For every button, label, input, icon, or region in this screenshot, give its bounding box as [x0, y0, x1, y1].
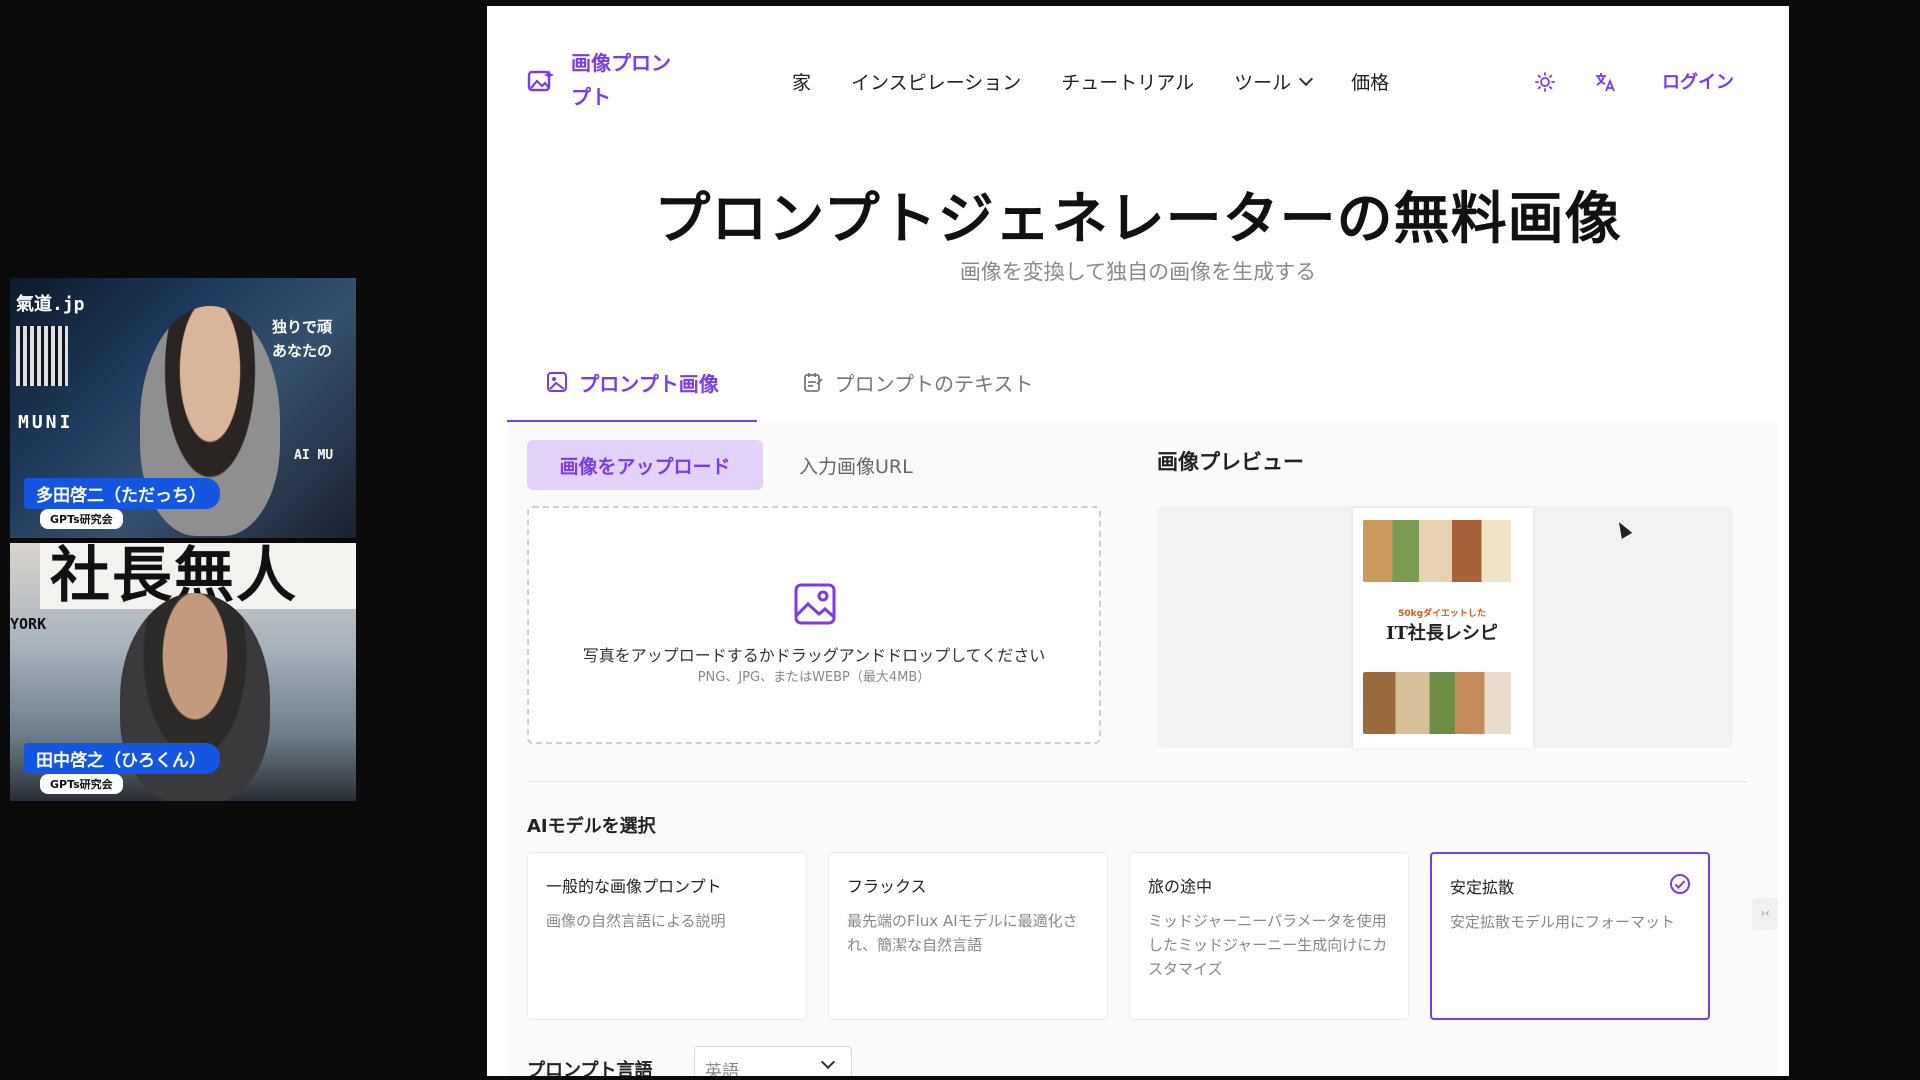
- nav-tools-label: ツール: [1234, 72, 1292, 94]
- preview-image-caption: 50kgダイエットした: [1398, 609, 1486, 619]
- model-desc: 最先端のFlux AIモデルに最適化され、簡潔な自然言語: [847, 912, 1078, 954]
- prompt-language-value: 英語: [705, 1062, 739, 1076]
- tab-image-prompt[interactable]: プロンプト画像: [507, 344, 757, 423]
- prompt-language-select[interactable]: 英語: [694, 1046, 852, 1076]
- model-title: 旅の途中: [1148, 877, 1213, 896]
- sun-icon[interactable]: [1535, 72, 1555, 92]
- participant-name: 田中啓之（ひろくん）: [24, 743, 220, 774]
- model-title: フラックス: [847, 877, 927, 896]
- model-title: 一般的な画像プロンプト: [546, 877, 722, 896]
- divider: [527, 781, 1747, 782]
- nav-tools[interactable]: ツール: [1234, 68, 1314, 95]
- model-desc: ミッドジャーニーパラメータを使用したミッドジャーニー生成向けにカスタマイズ: [1148, 912, 1388, 978]
- dropzone-hint: PNG、JPG、またはWEBP（最大4MB）: [697, 670, 931, 685]
- top-nav: 画像プロンプト 家 インスピレーション チュートリアル ツール 価格 ログイン: [487, 6, 1789, 156]
- dropzone-text: 写真をアップロードするかドラッグアンドドロップしてください: [582, 646, 1046, 665]
- model-card-midjourney[interactable]: 旅の途中 ミッドジャーニーパラメータを使用したミッドジャーニー生成向けにカスタマ…: [1129, 852, 1409, 1020]
- qr-code: [16, 326, 68, 386]
- page-title: プロンプトジェネレーターの無料画像: [654, 187, 1622, 252]
- nav-home[interactable]: 家: [792, 68, 811, 95]
- model-card-stable-diffusion[interactable]: 安定拡散 安定拡散モデル用にフォーマット: [1430, 852, 1710, 1020]
- upload-subtabs: 画像をアップロード 入力画像URL: [527, 440, 949, 490]
- prompt-language-label: プロンプト言語: [527, 1060, 653, 1076]
- mode-tabs: プロンプト画像 プロンプトのテキスト: [507, 344, 1777, 423]
- nav-links: 家 インスピレーション チュートリアル ツール 価格: [792, 68, 1429, 95]
- logo-text[interactable]: 画像プロンプト: [571, 46, 681, 114]
- upload-dropzone[interactable]: 写真をアップロードするかドラッグアンドドロップしてください PNG、JPG、また…: [527, 506, 1101, 744]
- text-prompt-icon: [803, 373, 823, 392]
- image-upload-icon: [794, 583, 836, 625]
- chevron-down-icon: [820, 1054, 836, 1070]
- bg-text: あなたの: [272, 342, 333, 360]
- side-panel-toggle-icon[interactable]: ›‹: [1752, 898, 1778, 930]
- model-desc: 安定拡散モデル用にフォーマット: [1450, 913, 1676, 931]
- bg-text: MUNI: [18, 412, 74, 433]
- video-tile-2: 社長無人 YORK 田中啓之（ひろくん） GPTs研究会: [10, 543, 356, 801]
- nav-tutorial[interactable]: チュートリアル: [1061, 68, 1194, 95]
- food-photo: [1363, 520, 1511, 582]
- food-photo: [1363, 672, 1511, 734]
- preview-title: 画像プレビュー: [1157, 450, 1304, 474]
- page-subtitle: 画像を変換して独自の画像を生成する: [959, 260, 1317, 284]
- bg-text: 氣道.jp: [16, 294, 85, 315]
- chevron-down-icon: [1299, 71, 1314, 86]
- bg-text: 独りで頑: [272, 318, 333, 336]
- upload-image-tab[interactable]: 画像をアップロード: [527, 440, 763, 490]
- preview-image-title: 50kgダイエットした IT社長レシピ: [1367, 606, 1517, 645]
- image-url-tab[interactable]: 入力画像URL: [763, 440, 949, 490]
- model-title: 安定拡散: [1450, 878, 1515, 897]
- check-circle-icon: [1670, 874, 1690, 894]
- model-card-general[interactable]: 一般的な画像プロンプト 画像の自然言語による説明: [527, 852, 807, 1020]
- nav-inspiration[interactable]: インスピレーション: [851, 68, 1021, 95]
- model-desc: 画像の自然言語による説明: [546, 912, 726, 930]
- nav-pricing[interactable]: 価格: [1351, 68, 1389, 95]
- participant-name: 多田啓二（ただっち）: [24, 478, 220, 509]
- model-section-label: AIモデルを選択: [527, 816, 656, 837]
- preview-image: 50kgダイエットした IT社長レシピ: [1353, 508, 1533, 748]
- translate-icon[interactable]: [1593, 70, 1617, 94]
- login-button[interactable]: ログイン: [1662, 68, 1734, 94]
- video-tile-1: 氣道.jp 独りで頑 あなたの MUNI AI MU 多田啓二（ただっち） GP…: [10, 278, 356, 538]
- model-card-flux[interactable]: フラックス 最先端のFlux AIモデルに最適化され、簡潔な自然言語: [828, 852, 1108, 1020]
- participant-group: GPTs研究会: [40, 774, 123, 794]
- browser-page: 画像プロンプト 家 インスピレーション チュートリアル ツール 価格 ログイン …: [487, 6, 1789, 1076]
- image-logo-icon[interactable]: [527, 68, 555, 94]
- tab-image-label: プロンプト画像: [579, 371, 719, 396]
- preview-image-heading: IT社長レシピ: [1386, 623, 1498, 644]
- bg-text: YORK: [10, 615, 47, 633]
- participant-group: GPTs研究会: [40, 509, 123, 529]
- image-prompt-icon: [547, 372, 568, 392]
- bg-text: AI MU: [294, 448, 334, 463]
- tab-text-label: プロンプトのテキスト: [834, 371, 1034, 396]
- tab-text-prompt[interactable]: プロンプトのテキスト: [787, 344, 1047, 420]
